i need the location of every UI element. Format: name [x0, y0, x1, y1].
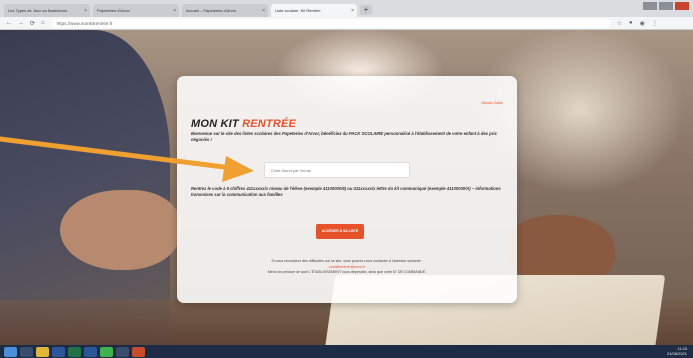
browser-tab-bar: Les Types de Jeux au Badminton × Papeteri… [0, 0, 693, 17]
chrome-icon[interactable] [36, 346, 49, 357]
outlook-icon[interactable] [84, 346, 97, 357]
access-list-button[interactable]: ACCÉDER À SA LISTE [316, 224, 364, 239]
title-main: MON KIT [191, 118, 243, 130]
system-clock[interactable]: 11:43 21/06/2021 [667, 346, 687, 356]
tab-title: Liste scolaire, Kit Rentrée [275, 8, 321, 13]
app-icon[interactable] [100, 346, 113, 357]
excel-icon[interactable] [68, 346, 81, 357]
browser-tab[interactable]: Papeteries d'Arvor × [93, 4, 179, 17]
reload-icon[interactable]: ⟳ [30, 20, 35, 27]
browser-tab[interactable]: Accueil – Papeteries d'Arvor × [182, 4, 268, 17]
taskbar: 11:43 21/06/2021 [0, 345, 693, 358]
window-controls [643, 2, 689, 10]
profile-icon[interactable]: ◉ [640, 20, 645, 27]
intro-text: Bienvenue sur le site des listes scolair… [191, 131, 497, 142]
footer-line: Merci de préciser de quel L'ÉTABLISSEMEN… [267, 270, 427, 274]
kit-rentree-card: Besoin d'aide MON KIT RENTRÉE Bienvenue … [177, 76, 517, 303]
tab-title: Papeteries d'Arvor [97, 8, 130, 13]
close-tab-icon[interactable]: × [351, 8, 354, 14]
extension-icon[interactable]: ● [629, 20, 633, 27]
maximize-button[interactable] [659, 2, 673, 10]
page-title: MON KIT RENTRÉE [191, 118, 296, 130]
star-icon[interactable]: ☆ [617, 20, 622, 27]
clock-date: 21/06/2021 [666, 351, 687, 356]
contact-footer: Si vous rencontrez des difficultés sur c… [197, 259, 497, 276]
close-window-button[interactable] [675, 2, 689, 10]
code-instructions: Rentrez le code à 8 chiffres 411xxxxx/x … [191, 186, 501, 197]
forward-icon[interactable]: → [18, 20, 24, 26]
hand-shape [60, 190, 180, 270]
browser-address-bar: ← → ⟳ ⌂ https://www.monkitrentree.fr ☆ ●… [0, 17, 693, 30]
tab-title: Accueil – Papeteries d'Arvor [186, 8, 237, 13]
explorer-icon[interactable] [20, 346, 33, 357]
word-icon[interactable] [52, 346, 65, 357]
app-icon[interactable] [116, 346, 129, 357]
school-code-input[interactable] [264, 162, 410, 178]
back-icon[interactable]: ← [6, 20, 12, 26]
extension-icons: ☆ ● ◉ ⋮ [617, 20, 658, 27]
person-shape [0, 30, 170, 345]
help-link[interactable]: Besoin d'aide [482, 101, 503, 105]
close-tab-icon[interactable]: × [173, 8, 176, 14]
close-tab-icon[interactable]: × [262, 8, 265, 14]
minimize-button[interactable] [643, 2, 657, 10]
home-icon[interactable]: ⌂ [41, 20, 45, 26]
close-tab-icon[interactable]: × [84, 8, 87, 14]
start-button[interactable] [4, 346, 17, 357]
new-tab-button[interactable]: + [360, 5, 372, 15]
title-accent: RENTRÉE [242, 118, 297, 130]
menu-icon[interactable]: ⋮ [652, 20, 658, 27]
powerpoint-icon[interactable] [132, 346, 145, 357]
tab-title: Les Types de Jeux au Badminton [8, 8, 68, 13]
browser-tab-active[interactable]: Liste scolaire, Kit Rentrée × [271, 4, 357, 17]
browser-tab[interactable]: Les Types de Jeux au Badminton × [4, 4, 90, 17]
url-input[interactable]: https://www.monkitrentree.fr [50, 18, 611, 28]
